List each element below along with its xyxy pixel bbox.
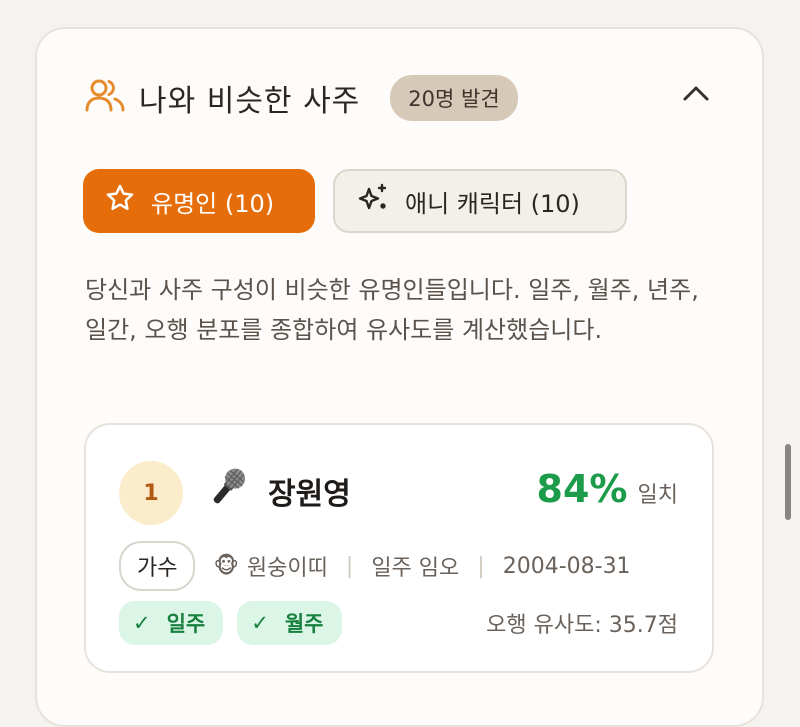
tab-celebrities-label: 유명인 (10) [151, 189, 275, 218]
separator: | [477, 553, 485, 579]
result-meta: 가수 🐵 원숭이띠 | 일주 임오 | 2004-08-31 [119, 541, 631, 591]
separator: | [345, 553, 354, 579]
sparkles-icon [357, 182, 405, 220]
tab-anime-label: 애니 캐릭터 (10) [405, 189, 580, 218]
monkey-icon: 🐵 [213, 553, 239, 579]
microphone-icon [206, 465, 250, 513]
category-tabs: 유명인 (10) 애니 캐릭터 (10) [83, 169, 627, 233]
tab-anime-characters[interactable]: 애니 캐릭터 (10) [333, 169, 627, 233]
panel-header: 나와 비슷한 사주 20명 발견 [85, 75, 518, 121]
check-icon: ✓ [251, 611, 269, 635]
match-chips: ✓ 일주 ✓ 월주 [119, 601, 342, 645]
match-chip-day-pillar: ✓ 일주 [119, 601, 224, 645]
zodiac-text: 원숭이띠 [246, 556, 328, 581]
match-label: 일치 [637, 483, 678, 508]
birth-date: 2004-08-31 [502, 553, 631, 579]
collapse-button[interactable] [674, 74, 718, 118]
found-count-badge: 20명 발견 [390, 75, 518, 121]
chip-label: 일주 [166, 612, 206, 636]
match-percent: 84% [536, 467, 628, 511]
check-icon: ✓ [133, 611, 151, 635]
panel-title: 나와 비슷한 사주 [139, 84, 361, 119]
five-elements-similarity: 오행 유사도: 35.7점 [486, 613, 678, 638]
match-chip-month-pillar: ✓ 월주 [237, 601, 342, 645]
result-card[interactable]: 1 장원영 84% 일치 가수 🐵 원숭이띠 | 일주 임오 | 2004-08… [84, 423, 714, 673]
scrollbar-thumb[interactable] [785, 444, 791, 520]
day-pillar-text: 일주 임오 [371, 556, 460, 581]
match-score: 84% 일치 [537, 467, 678, 511]
job-tag: 가수 [119, 541, 196, 591]
chevron-up-icon [681, 79, 711, 113]
rank-badge: 1 [119, 461, 183, 525]
celebrity-name: 장원영 [268, 477, 351, 512]
star-icon [105, 183, 151, 219]
chip-label: 월주 [284, 612, 324, 636]
people-icon [85, 76, 125, 120]
tab-celebrities[interactable]: 유명인 (10) [83, 169, 315, 233]
description-text: 당신과 사주 구성이 비슷한 유명인들입니다. 일주, 월주, 년주, 일간, … [85, 276, 699, 344]
